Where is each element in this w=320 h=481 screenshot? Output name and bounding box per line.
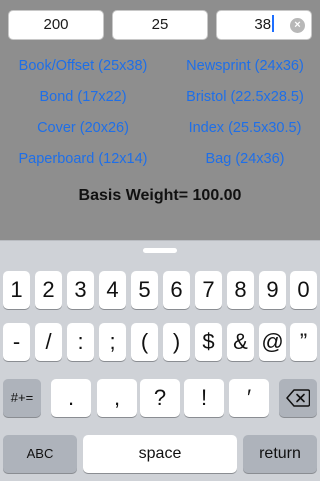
key-9[interactable]: 9	[259, 271, 286, 309]
key-6[interactable]: 6	[163, 271, 190, 309]
grade-paperboard[interactable]: Paperboard (12x14)	[19, 151, 148, 167]
grade-cover[interactable]: Cover (20x26)	[37, 120, 129, 136]
key-close-paren[interactable]: )	[163, 323, 190, 361]
key-comma[interactable]: ,	[97, 379, 137, 417]
grade-book-offset[interactable]: Book/Offset (25x38)	[19, 58, 148, 74]
key-dollar[interactable]: $	[195, 323, 222, 361]
key-question[interactable]: ?	[140, 379, 180, 417]
grade-bristol[interactable]: Bristol (22.5x28.5)	[186, 89, 304, 105]
key-5[interactable]: 5	[131, 271, 158, 309]
key-slash[interactable]: /	[35, 323, 62, 361]
weight-input[interactable]: 200	[8, 10, 104, 40]
length-input-value: 38	[254, 16, 272, 33]
key-8[interactable]: 8	[227, 271, 254, 309]
grade-bag[interactable]: Bag (24x36)	[206, 151, 285, 167]
key-4[interactable]: 4	[99, 271, 126, 309]
key-period[interactable]: .	[51, 379, 91, 417]
dimension-inputs: 200 25 38 ×	[8, 10, 312, 40]
abc-button[interactable]: ABC	[3, 435, 77, 473]
numeric-keyboard: 1 2 3 4 5 6 7 8 9 0 - / : ; ( ) $ & @ ” …	[0, 240, 320, 481]
key-exclamation[interactable]: !	[184, 379, 224, 417]
delete-backward-icon	[286, 389, 311, 407]
width-input[interactable]: 25	[112, 10, 208, 40]
key-ampersand[interactable]: &	[227, 323, 254, 361]
result-label: Basis Weight=	[78, 187, 189, 204]
calculator-screen: 200 25 38 × Book/Offset (25x38) Newsprin…	[0, 0, 320, 240]
key-3[interactable]: 3	[67, 271, 94, 309]
key-0[interactable]: 0	[290, 271, 317, 309]
key-colon[interactable]: :	[67, 323, 94, 361]
key-hyphen[interactable]: -	[3, 323, 30, 361]
grade-newsprint[interactable]: Newsprint (24x36)	[186, 58, 304, 74]
key-at[interactable]: @	[259, 323, 286, 361]
width-input-value: 25	[151, 16, 169, 33]
key-open-paren[interactable]: (	[131, 323, 158, 361]
space-button[interactable]: space	[83, 435, 237, 473]
return-button[interactable]: return	[243, 435, 317, 473]
key-quote[interactable]: ”	[290, 323, 317, 361]
clear-icon[interactable]: ×	[290, 18, 305, 33]
key-semicolon[interactable]: ;	[99, 323, 126, 361]
keyboard-handle	[143, 248, 177, 253]
weight-input-value: 200	[43, 16, 69, 33]
length-input[interactable]: 38 ×	[216, 10, 312, 40]
result-value: 100.00	[192, 187, 242, 204]
key-prime[interactable]: ′	[229, 379, 269, 417]
delete-button[interactable]	[279, 379, 317, 417]
key-2[interactable]: 2	[35, 271, 62, 309]
grade-index[interactable]: Index (25.5x30.5)	[189, 120, 302, 136]
key-7[interactable]: 7	[195, 271, 222, 309]
basis-weight-result: Basis Weight= 100.00	[0, 187, 320, 205]
text-caret	[272, 15, 274, 32]
grade-bond[interactable]: Bond (17x22)	[39, 89, 126, 105]
symbols-toggle-button[interactable]: #+=	[3, 379, 41, 417]
key-1[interactable]: 1	[3, 271, 30, 309]
